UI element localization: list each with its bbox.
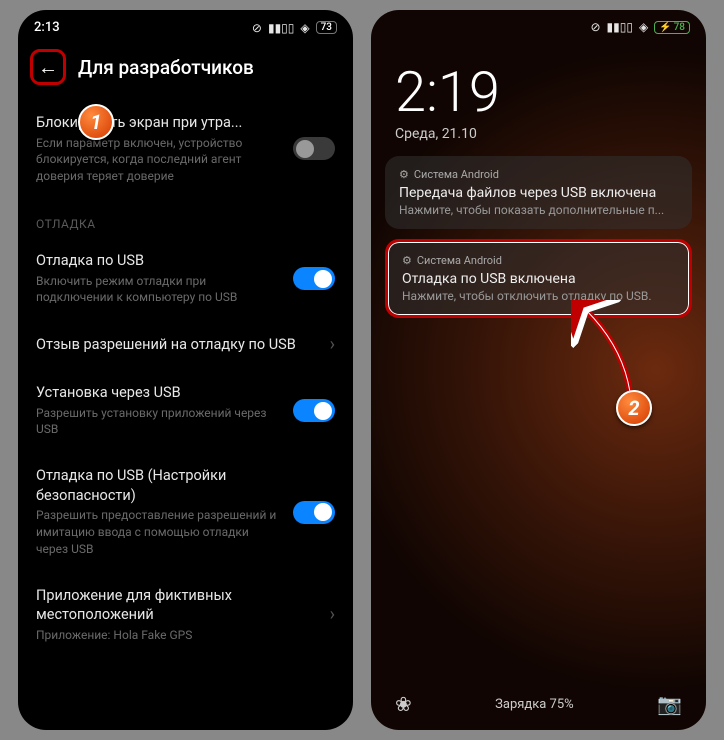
setting-usb-install[interactable]: Установка через USB Разрешить установку … bbox=[36, 369, 335, 452]
arrow-left-icon: ← bbox=[38, 55, 58, 80]
dnd-icon: ⊘ bbox=[590, 20, 600, 34]
marker-2: 2 bbox=[616, 390, 652, 426]
gear-icon: ⚙ bbox=[399, 168, 409, 181]
setting-desc: Приложение: Hola Fake GPS bbox=[36, 627, 318, 644]
signal-icon: ▮▮▯▯ bbox=[268, 21, 294, 35]
lock-date: Среда, 21.10 bbox=[395, 126, 682, 142]
battery-badge: ⚡78 bbox=[654, 21, 690, 34]
status-bar: ⊘ ▮▮▯▯ ◈ ⚡78 bbox=[371, 10, 706, 40]
gear-icon: ⚙ bbox=[402, 254, 412, 267]
setting-usb-debug[interactable]: Отладка по USB Включить режим отладки пр… bbox=[36, 237, 335, 320]
wifi-icon: ◈ bbox=[300, 21, 309, 35]
setting-mock-location[interactable]: Приложение для фиктивных местоположений … bbox=[36, 572, 335, 658]
lock-time: 2:19 bbox=[395, 64, 682, 120]
dnd-icon: ⊘ bbox=[252, 21, 262, 35]
back-button[interactable]: ← bbox=[30, 49, 66, 85]
toggle-usb-secure[interactable] bbox=[293, 501, 335, 524]
setting-desc: Включить режим отладки при подключении к… bbox=[36, 273, 281, 307]
setting-revoke-auth[interactable]: Отзыв разрешений на отладку по USB › bbox=[36, 320, 335, 369]
status-right: ⊘ ▮▮▯▯ ◈ ⚡78 bbox=[590, 20, 690, 34]
marker-1: 1 bbox=[78, 104, 114, 140]
settings-list: Блокировать экран при утра... Если парам… bbox=[18, 99, 353, 658]
phone-settings: 2:13 ⊘ ▮▮▯▯ ◈ 73 ← Для разработчиков 1 Б… bbox=[18, 10, 353, 730]
setting-desc: Разрешить установку приложений через USB bbox=[36, 405, 281, 439]
lock-clock: 2:19 Среда, 21.10 bbox=[371, 40, 706, 146]
charging-text: Зарядка 75% bbox=[495, 697, 574, 712]
notif-app: ⚙ Система Android bbox=[399, 168, 678, 181]
setting-title: Отладка по USB (Настройки безопасности) bbox=[36, 466, 281, 505]
status-bar: 2:13 ⊘ ▮▮▯▯ ◈ 73 bbox=[18, 10, 353, 41]
toggle-lock-screen[interactable] bbox=[293, 137, 335, 160]
notification-usb-transfer[interactable]: ⚙ Система Android Передача файлов через … bbox=[385, 156, 692, 229]
setting-title: Отзыв разрешений на отладку по USB bbox=[36, 335, 318, 355]
toggle-usb-debug[interactable] bbox=[293, 267, 335, 290]
notif-title: Отладка по USB включена bbox=[402, 271, 675, 287]
setting-usb-secure[interactable]: Отладка по USB (Настройки безопасности) … bbox=[36, 452, 335, 572]
setting-desc: Если параметр включен, устройство блокир… bbox=[36, 135, 281, 185]
setting-title: Отладка по USB bbox=[36, 251, 281, 271]
phone-lockscreen: ⊘ ▮▮▯▯ ◈ ⚡78 2:19 Среда, 21.10 ⚙ Система… bbox=[371, 10, 706, 730]
chevron-right-icon: › bbox=[330, 334, 335, 355]
flower-icon[interactable]: ❀ bbox=[395, 692, 412, 716]
notif-body: Нажмите, чтобы показать дополнительные п… bbox=[399, 203, 678, 217]
notif-app: ⚙ Система Android bbox=[402, 254, 675, 267]
battery-badge: 73 bbox=[316, 21, 337, 34]
chevron-right-icon: › bbox=[330, 604, 335, 625]
section-debug-label: ОТЛАДКА bbox=[36, 199, 335, 237]
toggle-usb-install[interactable] bbox=[293, 399, 335, 422]
status-right: ⊘ ▮▮▯▯ ◈ 73 bbox=[252, 21, 337, 35]
lock-bottom-bar: ❀ Зарядка 75% 📷 bbox=[371, 692, 706, 716]
setting-title: Приложение для фиктивных местоположений bbox=[36, 586, 318, 625]
wifi-icon: ◈ bbox=[639, 20, 648, 34]
setting-title: Блокировать экран при утра... bbox=[36, 113, 281, 133]
setting-title: Установка через USB bbox=[36, 383, 281, 403]
settings-header: ← Для разработчиков bbox=[18, 41, 353, 99]
setting-desc: Разрешить предоставление разрешений и им… bbox=[36, 507, 281, 557]
page-title: Для разработчиков bbox=[78, 56, 254, 79]
status-time: 2:13 bbox=[34, 20, 60, 35]
notif-title: Передача файлов через USB включена bbox=[399, 185, 678, 201]
camera-icon[interactable]: 📷 bbox=[657, 692, 682, 716]
signal-icon: ▮▮▯▯ bbox=[607, 20, 633, 34]
